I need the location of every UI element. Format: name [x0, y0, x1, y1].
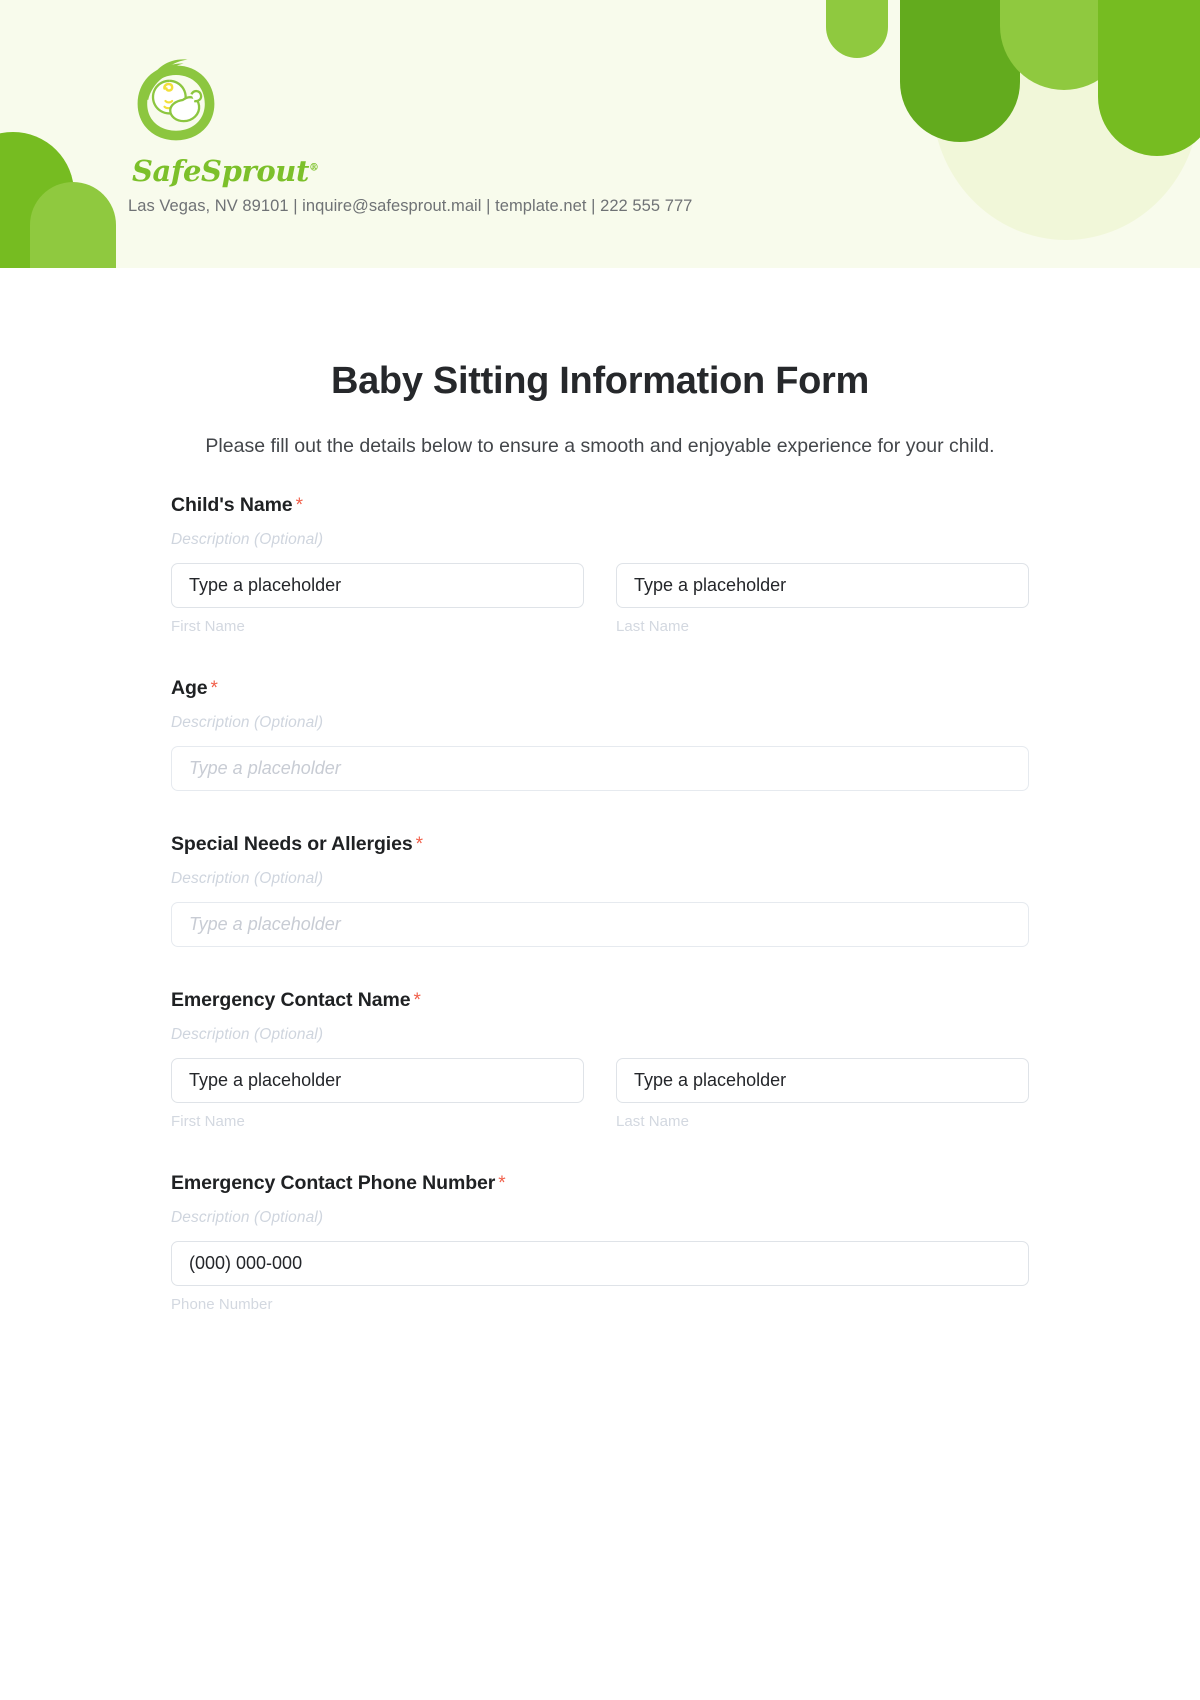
input-column-emergency-first-name: First Name [171, 1058, 584, 1130]
field-description: Description (Optional) [171, 714, 324, 731]
field-description: Description (Optional) [171, 531, 324, 548]
field-childs-name: Child's Name* Description (Optional) Fir… [171, 494, 1029, 635]
field-description: Description (Optional) [171, 1026, 324, 1043]
field-description: Description (Optional) [171, 1209, 324, 1226]
decorative-blob-left-2 [30, 182, 116, 268]
trademark-symbol: ® [308, 162, 319, 174]
field-label: Emergency Contact Phone Number * [171, 1172, 1029, 1195]
header-contact-line: Las Vegas, NV 89101 | inquire@safesprout… [128, 197, 693, 215]
input-column-phone: Phone Number [171, 1241, 1029, 1313]
emergency-contact-last-name-input[interactable] [616, 1058, 1029, 1103]
decorative-blob-right-1 [826, 0, 888, 58]
input-sub-label: Last Name [616, 1113, 689, 1130]
input-sub-label: Last Name [616, 618, 689, 635]
required-asterisk: * [413, 990, 421, 1011]
page-header: SafeSprout® Las Vegas, NV 89101 | inquir… [0, 0, 1200, 268]
field-age: Age * Description (Optional) [171, 677, 1029, 791]
field-label-text: Age [171, 677, 208, 699]
inputs-row [171, 746, 1029, 791]
input-column-age [171, 746, 1029, 791]
brand-wordmark: SafeSprout® [132, 154, 692, 188]
field-label: Emergency Contact Name * [171, 989, 1029, 1012]
page-title: Baby Sitting Information Form [330, 360, 870, 402]
field-label-text: Special Needs or Allergies [171, 833, 413, 855]
childs-first-name-input[interactable] [171, 563, 584, 608]
emergency-contact-phone-input[interactable] [171, 1241, 1029, 1286]
input-column-special-needs [171, 902, 1029, 947]
input-column-last-name: Last Name [616, 563, 1029, 635]
brand-block: SafeSprout® Las Vegas, NV 89101 | inquir… [128, 52, 692, 216]
baby-sprout-logo-icon [137, 59, 215, 141]
required-asterisk: * [498, 1173, 506, 1194]
decorative-blob-right-4 [1098, 0, 1200, 156]
age-input[interactable] [171, 746, 1029, 791]
page-subtitle: Please fill out the details below to ens… [205, 435, 995, 457]
field-special-needs-or-allergies: Special Needs or Allergies * Description … [171, 833, 1029, 947]
field-emergency-contact-name: Emergency Contact Name * Description (Opt… [171, 989, 1029, 1130]
inputs-row: First Name Last Name [171, 563, 1029, 635]
field-label: Age * [171, 677, 1029, 700]
field-label: Special Needs or Allergies * [171, 833, 1029, 856]
form-sheet: Baby Sitting Information Form Please fil… [0, 268, 1200, 1313]
required-asterisk: * [415, 834, 423, 855]
childs-last-name-input[interactable] [616, 563, 1029, 608]
input-sub-label: First Name [171, 618, 245, 635]
input-sub-label: Phone Number [171, 1296, 273, 1313]
special-needs-input[interactable] [171, 902, 1029, 947]
field-emergency-contact-phone-number: Emergency Contact Phone Number * Descript… [171, 1172, 1029, 1313]
required-asterisk: * [210, 678, 218, 699]
required-asterisk: * [295, 495, 303, 516]
field-label-text: Child's Name [171, 494, 293, 516]
inputs-row [171, 902, 1029, 947]
input-column-emergency-last-name: Last Name [616, 1058, 1029, 1130]
input-column-first-name: First Name [171, 563, 584, 635]
field-label-text: Emergency Contact Phone Number [171, 1172, 496, 1194]
field-label: Child's Name * [171, 494, 1029, 517]
field-description: Description (Optional) [171, 870, 324, 887]
emergency-contact-first-name-input[interactable] [171, 1058, 584, 1103]
input-sub-label: First Name [171, 1113, 245, 1130]
inputs-row: Phone Number [171, 1241, 1029, 1313]
form-fields: Child's Name* Description (Optional) Fir… [171, 464, 1029, 1313]
brand-name-text: SafeSprout [132, 154, 309, 188]
inputs-row: First Name Last Name [171, 1058, 1029, 1130]
field-label-text: Emergency Contact Name [171, 989, 411, 1011]
